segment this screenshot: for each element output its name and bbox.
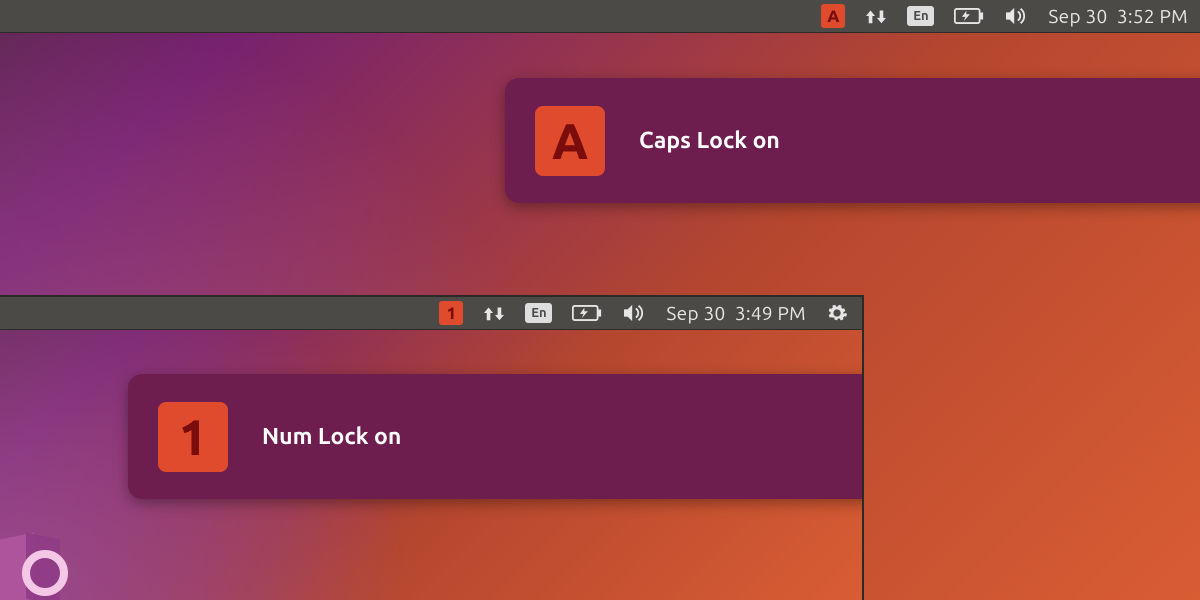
top-menu-bar: A En Sep 30 3:52 PM xyxy=(0,0,1200,33)
notification-message: Caps Lock on xyxy=(639,128,780,153)
network-updown-icon[interactable] xyxy=(483,303,505,323)
num-lock-indicator-icon[interactable]: 1 xyxy=(439,301,463,325)
volume-icon[interactable] xyxy=(1004,6,1028,26)
volume-icon[interactable] xyxy=(622,303,646,323)
keyboard-layout-indicator[interactable]: En xyxy=(525,303,552,323)
clock-text-inner[interactable]: Sep 30 3:49 PM xyxy=(666,302,806,324)
num-lock-icon: 1 xyxy=(158,402,228,472)
system-gear-icon[interactable] xyxy=(826,302,848,324)
notification-message-inner: Num Lock on xyxy=(262,424,401,449)
nested-screenshot-frame: 1 En Sep 30 3:49 PM 1 Num Lock on xyxy=(0,295,864,600)
battery-icon[interactable] xyxy=(572,305,602,321)
launcher-ribbon-icon xyxy=(0,512,85,600)
top-menu-bar-inner: 1 En Sep 30 3:49 PM xyxy=(0,297,862,330)
caps-lock-indicator-icon[interactable]: A xyxy=(821,4,845,28)
notification-bubble-numlock: 1 Num Lock on xyxy=(128,374,864,499)
battery-icon[interactable] xyxy=(954,8,984,24)
keyboard-layout-indicator[interactable]: En xyxy=(907,6,934,26)
clock-text[interactable]: Sep 30 3:52 PM xyxy=(1048,5,1188,27)
composite-screenshot: A En Sep 30 3:52 PM A Caps Lock on 1 En xyxy=(0,0,1200,600)
notification-bubble-capslock: A Caps Lock on xyxy=(505,78,1200,203)
network-updown-icon[interactable] xyxy=(865,6,887,26)
caps-lock-icon: A xyxy=(535,106,605,176)
